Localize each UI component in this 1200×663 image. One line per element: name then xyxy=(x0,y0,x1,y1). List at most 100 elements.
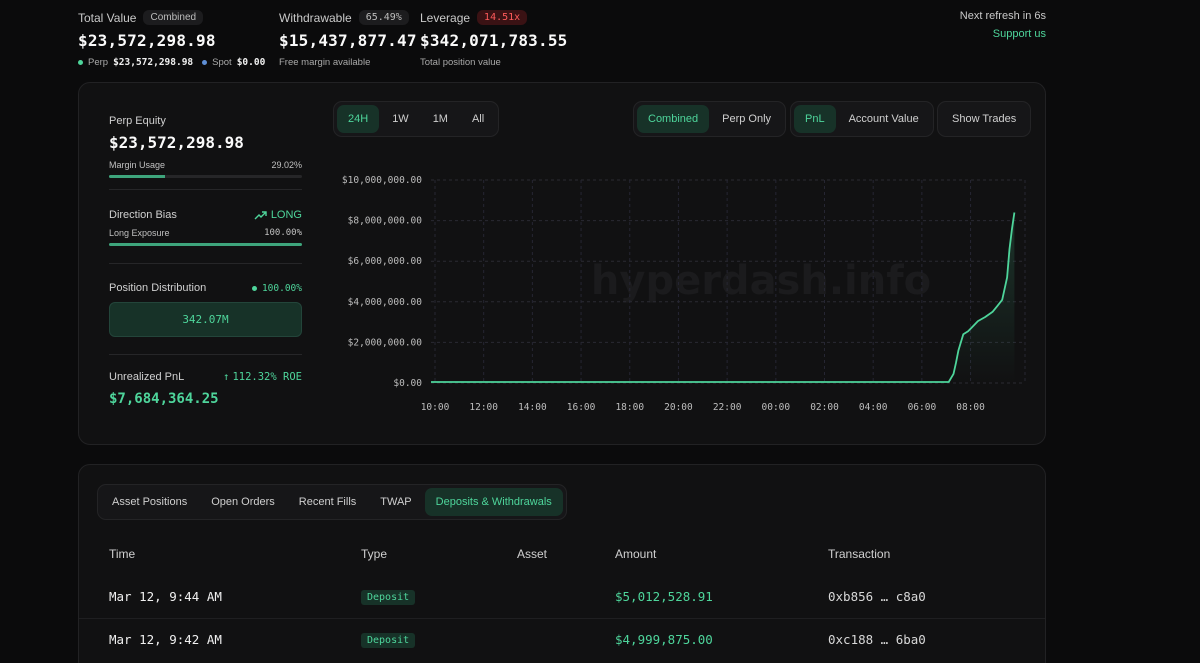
y-tick-label: $8,000,000.00 xyxy=(348,216,423,227)
position-distribution: Position Distribution 100.00% 342.07M xyxy=(109,282,302,337)
row-time: Mar 12, 9:44 AM xyxy=(109,589,222,604)
tab-all[interactable]: All xyxy=(461,105,495,133)
combined-badge: Combined xyxy=(143,10,204,25)
x-tick-label: 16:00 xyxy=(567,402,596,413)
metric-tabs: PnL Account Value xyxy=(790,101,934,137)
margin-usage-value: 29.02% xyxy=(271,160,302,170)
transaction-link[interactable]: 0xb856 … c8a0 xyxy=(828,589,926,604)
tab-perp-only[interactable]: Perp Only xyxy=(711,105,782,133)
x-tick-label: 06:00 xyxy=(908,402,937,413)
distribution-bar-segment[interactable]: 342.07M xyxy=(109,302,302,337)
roe-value: 112.32% ROE xyxy=(232,371,302,383)
leverage-value: $342,071,783.55 xyxy=(420,31,568,50)
trending-up-icon xyxy=(254,210,267,219)
spot-label: Spot xyxy=(212,57,232,68)
tx-hash-end: c8a0 xyxy=(895,589,926,604)
y-tick-label: $0.00 xyxy=(393,378,422,389)
type-badge: Deposit xyxy=(361,633,416,648)
col-transaction: Transaction xyxy=(828,547,891,561)
withdrawable-value: $15,437,877.47 xyxy=(279,31,417,50)
tab-24h[interactable]: 24H xyxy=(337,105,380,133)
divider xyxy=(109,354,302,355)
perp-equity-label: Perp Equity xyxy=(109,115,166,127)
withdrawable-stat: Withdrawable 65.49% $15,437,877.47 Free … xyxy=(279,10,417,68)
support-link[interactable]: Support us xyxy=(993,28,1046,40)
x-tick-label: 10:00 xyxy=(421,402,450,413)
leverage-label: Leverage xyxy=(420,10,471,25)
x-tick-label: 18:00 xyxy=(615,402,644,413)
spot-dot-icon xyxy=(202,60,208,65)
perp-value: $23,572,298.98 xyxy=(113,57,194,68)
tx-hash-start: 0xc188 xyxy=(828,632,874,647)
pnl-chart[interactable]: hyperdash.info $10,000,000.00 $8,000,000.… xyxy=(335,169,1035,429)
withdrawable-sub: Free margin available xyxy=(279,57,371,68)
direction-bias-value: LONG xyxy=(270,209,302,221)
perp-equity-value: $23,572,298.98 xyxy=(109,133,244,152)
unrealized-pnl-value: $7,684,364.25 xyxy=(109,391,219,407)
position-distribution-label: Position Distribution xyxy=(109,282,207,294)
x-tick-label: 22:00 xyxy=(713,402,742,413)
withdrawable-label: Withdrawable xyxy=(279,10,352,25)
divider xyxy=(109,189,302,190)
x-tick-label: 04:00 xyxy=(859,402,888,413)
row-time: Mar 12, 9:42 AM xyxy=(109,632,222,647)
tab-1m[interactable]: 1M xyxy=(422,105,459,133)
margin-usage: Margin Usage 29.02% xyxy=(109,160,302,178)
tab-twap[interactable]: TWAP xyxy=(369,488,422,516)
x-tick-label: 12:00 xyxy=(469,402,498,413)
y-tick-label: $4,000,000.00 xyxy=(348,297,423,308)
y-tick-label: $10,000,000.00 xyxy=(342,175,422,186)
spot-value: $0.00 xyxy=(236,57,266,68)
equity-chart-card: Perp Equity $23,572,298.98 Margin Usage … xyxy=(78,82,1046,445)
tab-recent-fills[interactable]: Recent Fills xyxy=(288,488,367,516)
tab-asset-positions[interactable]: Asset Positions xyxy=(101,488,198,516)
tab-1w[interactable]: 1W xyxy=(381,105,420,133)
tab-open-orders[interactable]: Open Orders xyxy=(200,488,286,516)
x-tick-label: 14:00 xyxy=(518,402,547,413)
refresh-timer: Next refresh in 6s xyxy=(959,10,1046,22)
tab-pnl[interactable]: PnL xyxy=(794,105,836,133)
tab-combined[interactable]: Combined xyxy=(637,105,710,133)
margin-usage-label: Margin Usage xyxy=(109,160,166,170)
x-tick-label: 02:00 xyxy=(810,402,839,413)
direction-bias-label: Direction Bias xyxy=(109,209,177,221)
col-time: Time xyxy=(109,547,136,561)
leverage-stat: Leverage 14.51x $342,071,783.55 Total po… xyxy=(420,10,568,68)
long-exposure-bar xyxy=(109,243,302,246)
tab-account-value[interactable]: Account Value xyxy=(838,105,930,133)
col-type: Type xyxy=(361,547,388,561)
show-trades-group: Show Trades xyxy=(937,101,1032,137)
x-tick-label: 08:00 xyxy=(956,402,985,413)
tx-hash-end: 6ba0 xyxy=(895,632,926,647)
total-value-stat: Total Value Combined $23,572,298.98 Perp… xyxy=(78,10,265,68)
y-tick-label: $2,000,000.00 xyxy=(348,337,423,348)
y-tick-label: $6,000,000.00 xyxy=(348,256,423,267)
col-asset: Asset xyxy=(517,547,548,561)
x-tick-label: 00:00 xyxy=(762,402,791,413)
long-dot-icon xyxy=(251,285,257,291)
tx-hash-start: 0xb856 xyxy=(828,589,874,604)
watermark: hyperdash.info xyxy=(591,258,931,304)
range-tabs: 24H 1W 1M All xyxy=(333,101,500,137)
unrealized-pnl-label: Unrealized PnL xyxy=(109,371,185,383)
arrow-up-icon: ↑ xyxy=(223,371,230,383)
perp-label: Perp xyxy=(88,57,109,68)
history-tabs: Asset Positions Open Orders Recent Fills TW… xyxy=(97,484,567,520)
leverage-badge: 14.51x xyxy=(477,10,528,25)
position-distribution-pct: 100.00% xyxy=(261,282,302,294)
total-value-label: Total Value xyxy=(78,10,137,25)
divider xyxy=(109,263,302,264)
show-trades-button[interactable]: Show Trades xyxy=(941,105,1027,133)
long-exposure-value: 100.00% xyxy=(264,228,302,238)
unrealized-pnl: Unrealized PnL ↑ 112.32% ROE $7,684,364.… xyxy=(109,371,302,407)
direction-bias: Direction Bias LONG Long Exposure 100.00… xyxy=(109,209,302,246)
row-divider xyxy=(79,618,1045,619)
long-exposure-fill xyxy=(109,243,302,246)
history-card: Asset Positions Open Orders Recent Fills TW… xyxy=(78,464,1046,663)
transaction-link[interactable]: 0xc188 … 6ba0 xyxy=(828,632,926,647)
row-amount: $5,012,528.91 xyxy=(615,589,713,604)
col-amount: Amount xyxy=(615,547,657,561)
long-exposure-label: Long Exposure xyxy=(109,228,170,238)
leverage-sub: Total position value xyxy=(420,57,501,68)
tab-deposits-withdrawals[interactable]: Deposits & Withdrawals xyxy=(424,488,563,516)
